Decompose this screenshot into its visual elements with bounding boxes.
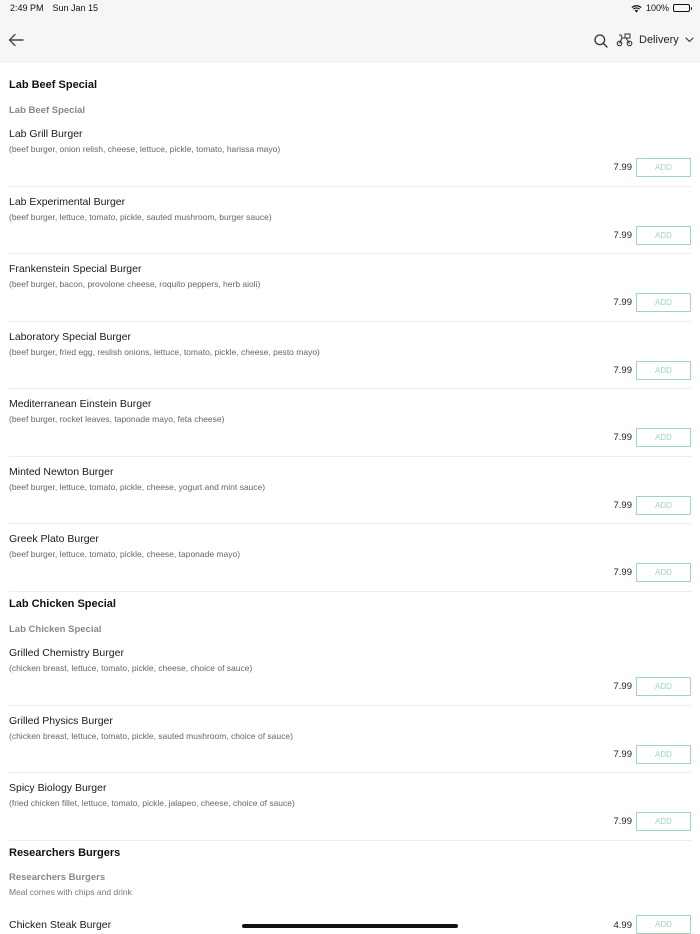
item-name: Laboratory Special Burger [9, 331, 131, 343]
item-description: (beef burger, lettuce, tomato, pickle, c… [9, 549, 241, 559]
status-time: 2:49 PM [10, 3, 44, 13]
item-description: (chicken breast, lettuce, tomato, pickle… [9, 663, 253, 673]
item-description: (beef burger, lettuce, tomato, pickle, c… [9, 482, 266, 492]
scooter-icon [616, 33, 633, 47]
divider [9, 456, 691, 457]
search-icon[interactable] [593, 33, 609, 49]
section-subtitle: Lab Beef Special [9, 105, 86, 116]
add-button[interactable]: ADD [636, 915, 691, 934]
item-name: Chicken Steak Burger [9, 919, 112, 931]
add-button[interactable]: ADD [636, 677, 691, 696]
item-name: Lab Experimental Burger [9, 196, 126, 208]
item-name: Spicy Biology Burger [9, 782, 107, 794]
item-name: Greek Plato Burger [9, 533, 99, 545]
item-price: 7.99 [613, 365, 633, 376]
item-name: Grilled Chemistry Burger [9, 647, 124, 659]
item-price: 7.99 [613, 749, 633, 760]
status-bar: 2:49 PM Sun Jan 15 100% [0, 0, 700, 17]
divider [9, 705, 691, 706]
item-price: 7.99 [613, 567, 633, 578]
section-subtitle: Researchers Burgers [9, 872, 106, 883]
divider [9, 523, 691, 524]
section-note: Meal comes with chips and drink [9, 887, 132, 897]
item-description: (chicken breast, lettuce, tomato, pickle… [9, 731, 293, 741]
status-right: 100% [631, 3, 692, 13]
add-button[interactable]: ADD [636, 563, 691, 582]
battery-icon [673, 4, 692, 12]
chevron-down-icon [685, 37, 694, 43]
delivery-label: Delivery [639, 34, 679, 46]
add-button[interactable]: ADD [636, 293, 691, 312]
item-description: (fried chicken fillet, lettuce, tomato, … [9, 798, 295, 808]
delivery-selector[interactable]: Delivery [616, 30, 694, 50]
item-description: (beef burger, rocket leaves, taponade ma… [9, 414, 225, 424]
add-button[interactable]: ADD [636, 745, 691, 764]
add-button[interactable]: ADD [636, 226, 691, 245]
divider [9, 321, 691, 322]
item-name: Lab Grill Burger [9, 128, 83, 140]
add-button[interactable]: ADD [636, 496, 691, 515]
divider [9, 772, 691, 773]
item-description: (beef burger, onion relish, cheese, lett… [9, 144, 281, 154]
item-price: 4.99 [613, 920, 633, 931]
section-subtitle: Lab Chicken Special [9, 624, 102, 635]
item-price: 7.99 [613, 297, 633, 308]
add-button[interactable]: ADD [636, 428, 691, 447]
status-left: 2:49 PM Sun Jan 15 [10, 3, 98, 13]
divider [9, 186, 691, 187]
item-price: 7.99 [613, 162, 633, 173]
home-indicator [242, 924, 458, 928]
item-description: (beef burger, fried egg, reslish onions,… [9, 347, 320, 357]
item-name: Mediterranean Einstein Burger [9, 398, 152, 410]
item-name: Frankenstein Special Burger [9, 263, 142, 275]
item-price: 7.99 [613, 681, 633, 692]
item-description: (beef burger, lettuce, tomato, pickle, s… [9, 212, 272, 222]
nav-bar: Delivery [0, 17, 700, 63]
add-button[interactable]: ADD [636, 361, 691, 380]
item-price: 7.99 [613, 500, 633, 511]
back-arrow-icon[interactable] [6, 30, 26, 50]
status-date: Sun Jan 15 [52, 3, 99, 13]
divider [9, 840, 691, 841]
section-title: Lab Chicken Special [9, 598, 116, 610]
item-price: 7.99 [613, 432, 633, 443]
divider [9, 591, 691, 592]
item-name: Grilled Physics Burger [9, 715, 113, 727]
section-title: Researchers Burgers [9, 847, 121, 859]
item-price: 7.99 [613, 230, 633, 241]
divider [9, 253, 691, 254]
add-button[interactable]: ADD [636, 812, 691, 831]
wifi-icon [631, 4, 642, 12]
item-price: 7.99 [613, 816, 633, 827]
item-description: (beef burger, bacon, provolone cheese, r… [9, 279, 261, 289]
add-button[interactable]: ADD [636, 158, 691, 177]
divider [9, 388, 691, 389]
item-name: Minted Newton Burger [9, 466, 114, 478]
battery-percent: 100% [645, 3, 669, 13]
section-title: Lab Beef Special [9, 79, 98, 91]
